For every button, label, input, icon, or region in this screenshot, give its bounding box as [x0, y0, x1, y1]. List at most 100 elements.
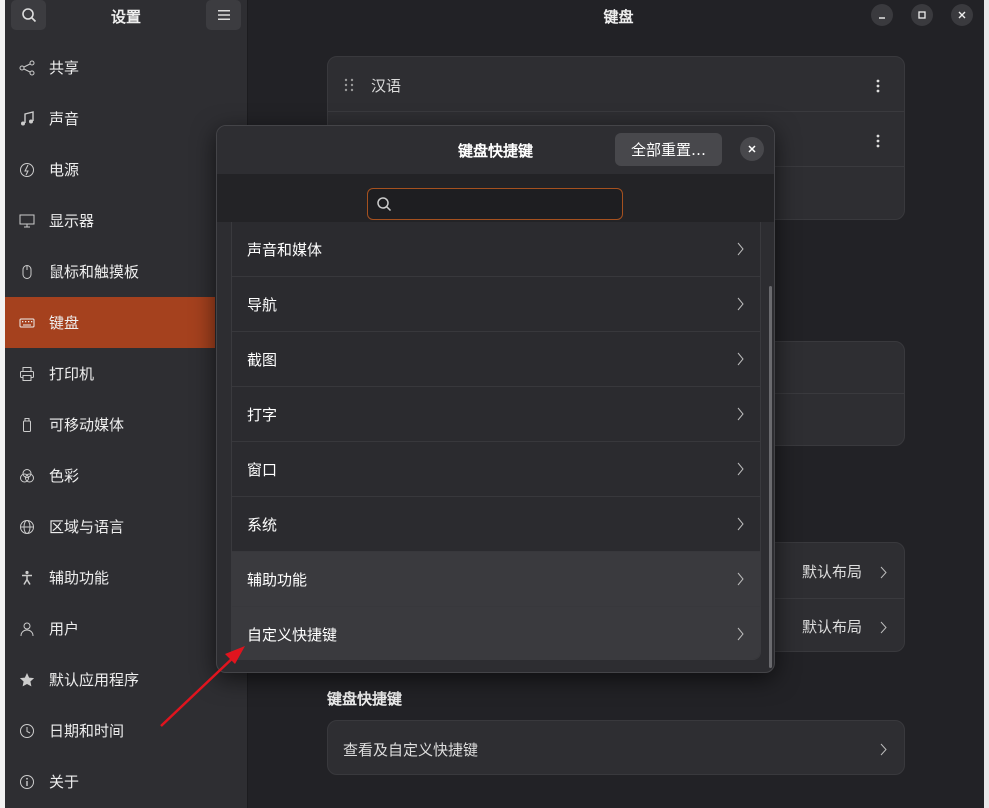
sidebar-item-label: 关于 — [49, 773, 80, 791]
sidebar-item-label: 日期和时间 — [49, 722, 125, 740]
power-icon — [5, 162, 49, 178]
chevron-right-icon — [737, 406, 744, 425]
keyboard-icon — [5, 315, 49, 331]
close-icon — [748, 145, 756, 153]
sidebar-item-label: 共享 — [49, 59, 80, 77]
category-label: 截图 — [247, 350, 278, 369]
sidebar-item-label: 默认应用程序 — [49, 671, 140, 689]
category-navigation[interactable]: 导航 — [232, 277, 760, 332]
sidebar-item-keyboard[interactable]: 键盘 — [5, 297, 215, 348]
globe-icon — [5, 519, 49, 535]
sidebar-item-label: 键盘 — [49, 314, 80, 332]
chevron-right-icon — [737, 626, 744, 645]
sidebar-item-displays[interactable]: 显示器 — [5, 195, 215, 246]
keyboard-shortcuts-dialog: 键盘快捷键 全部重置… 声音和媒体 导航 截图 打字 窗口 系统 辅助功能 自定… — [216, 125, 775, 673]
chevron-right-icon — [737, 461, 744, 480]
category-windows[interactable]: 窗口 — [232, 442, 760, 497]
sidebar-item-label: 辅助功能 — [49, 569, 110, 587]
scrollbar[interactable] — [769, 286, 772, 668]
sidebar-item-sound[interactable]: 声音 — [5, 93, 215, 144]
layout-value[interactable]: 默认布局 — [802, 561, 862, 582]
sidebar-item-printers[interactable]: 打印机 — [5, 348, 215, 399]
category-accessibility[interactable]: 辅助功能 — [232, 552, 760, 607]
search-icon — [376, 196, 392, 216]
sidebar-item-label: 鼠标和触摸板 — [49, 263, 140, 281]
annotation-arrow-icon — [160, 646, 245, 727]
mouse-icon — [5, 264, 49, 280]
sidebar-item-region-language[interactable]: 区域与语言 — [5, 501, 215, 552]
sidebar-item-power[interactable]: 电源 — [5, 144, 215, 195]
sidebar-item-label: 打印机 — [49, 365, 95, 383]
chevron-right-icon — [737, 296, 744, 315]
clock-icon — [5, 723, 49, 739]
star-icon — [5, 672, 49, 688]
category-label: 系统 — [247, 515, 278, 534]
sidebar-item-label: 声音 — [49, 110, 80, 128]
sidebar-item-about[interactable]: 关于 — [5, 756, 215, 807]
dialog-header: 键盘快捷键 全部重置… — [217, 126, 774, 174]
view-shortcuts-label: 查看及自定义快捷键 — [343, 741, 479, 759]
close-window-button[interactable] — [951, 4, 973, 26]
chevron-right-icon — [737, 571, 744, 590]
more-options-icon[interactable] — [876, 133, 880, 152]
accessibility-icon — [5, 570, 49, 586]
row-separator — [328, 111, 904, 112]
search-input-wrapper — [367, 188, 623, 220]
sidebar-item-removable-media[interactable]: 可移动媒体 — [5, 399, 215, 450]
sidebar-header: 设置 — [5, 0, 247, 31]
user-icon — [5, 621, 49, 637]
minimize-button[interactable] — [871, 4, 893, 26]
sidebar-item-color[interactable]: 色彩 — [5, 450, 215, 501]
category-custom-shortcuts[interactable]: 自定义快捷键 — [232, 607, 760, 659]
category-screenshots[interactable]: 截图 — [232, 332, 760, 387]
sidebar-item-label: 色彩 — [49, 467, 80, 485]
chevron-right-icon — [880, 619, 887, 638]
chevron-right-icon — [737, 241, 744, 260]
view-shortcuts-row[interactable]: 查看及自定义快捷键 — [327, 720, 905, 775]
shortcut-category-list: 声音和媒体 导航 截图 打字 窗口 系统 辅助功能 自定义快捷键 — [231, 222, 761, 660]
reset-all-button[interactable]: 全部重置… — [615, 133, 722, 166]
category-label: 窗口 — [247, 460, 278, 479]
sidebar-item-label: 区域与语言 — [49, 518, 125, 536]
info-icon — [5, 774, 49, 790]
chevron-right-icon — [737, 351, 744, 370]
category-typing[interactable]: 打字 — [232, 387, 760, 442]
maximize-icon — [918, 11, 926, 19]
chevron-right-icon — [880, 741, 887, 760]
share-icon — [5, 60, 49, 76]
category-label: 导航 — [247, 295, 278, 314]
category-label: 辅助功能 — [247, 570, 308, 589]
more-options-icon[interactable] — [876, 78, 880, 97]
display-icon — [5, 213, 49, 229]
settings-window: 设置 共享 声音 电源 显示器 鼠标和触摸板 键盘 打印机 可移动媒体 色彩 区… — [5, 0, 989, 808]
close-dialog-button[interactable] — [740, 137, 764, 161]
category-label: 自定义快捷键 — [247, 625, 338, 644]
sidebar-item-label: 可移动媒体 — [49, 416, 125, 434]
input-source-name: 汉语 — [371, 77, 402, 95]
sidebar-item-accessibility[interactable]: 辅助功能 — [5, 552, 215, 603]
category-label: 声音和媒体 — [247, 240, 323, 259]
sidebar-item-label: 显示器 — [49, 212, 95, 230]
hamburger-menu-icon — [217, 10, 230, 20]
category-label: 打字 — [247, 405, 278, 424]
minimize-icon — [879, 17, 885, 19]
drag-handle-icon[interactable] — [344, 77, 354, 97]
layout-value[interactable]: 默认布局 — [802, 616, 862, 637]
printer-icon — [5, 366, 49, 382]
chevron-right-icon — [880, 564, 887, 583]
category-sound-media[interactable]: 声音和媒体 — [232, 222, 760, 277]
maximize-button[interactable] — [911, 4, 933, 26]
category-system[interactable]: 系统 — [232, 497, 760, 552]
menu-button[interactable] — [206, 0, 241, 30]
color-icon — [5, 468, 49, 484]
sidebar-item-sharing[interactable]: 共享 — [5, 42, 215, 93]
chevron-right-icon — [737, 516, 744, 535]
search-input[interactable] — [368, 189, 622, 219]
removable-media-icon — [5, 417, 49, 433]
close-icon — [958, 11, 966, 19]
sidebar-item-mouse[interactable]: 鼠标和触摸板 — [5, 246, 215, 297]
section-title: 键盘快捷键 — [327, 690, 403, 708]
desktop-background — [984, 0, 989, 808]
sidebar-item-label: 用户 — [49, 620, 80, 638]
sidebar-item-label: 电源 — [49, 161, 80, 179]
